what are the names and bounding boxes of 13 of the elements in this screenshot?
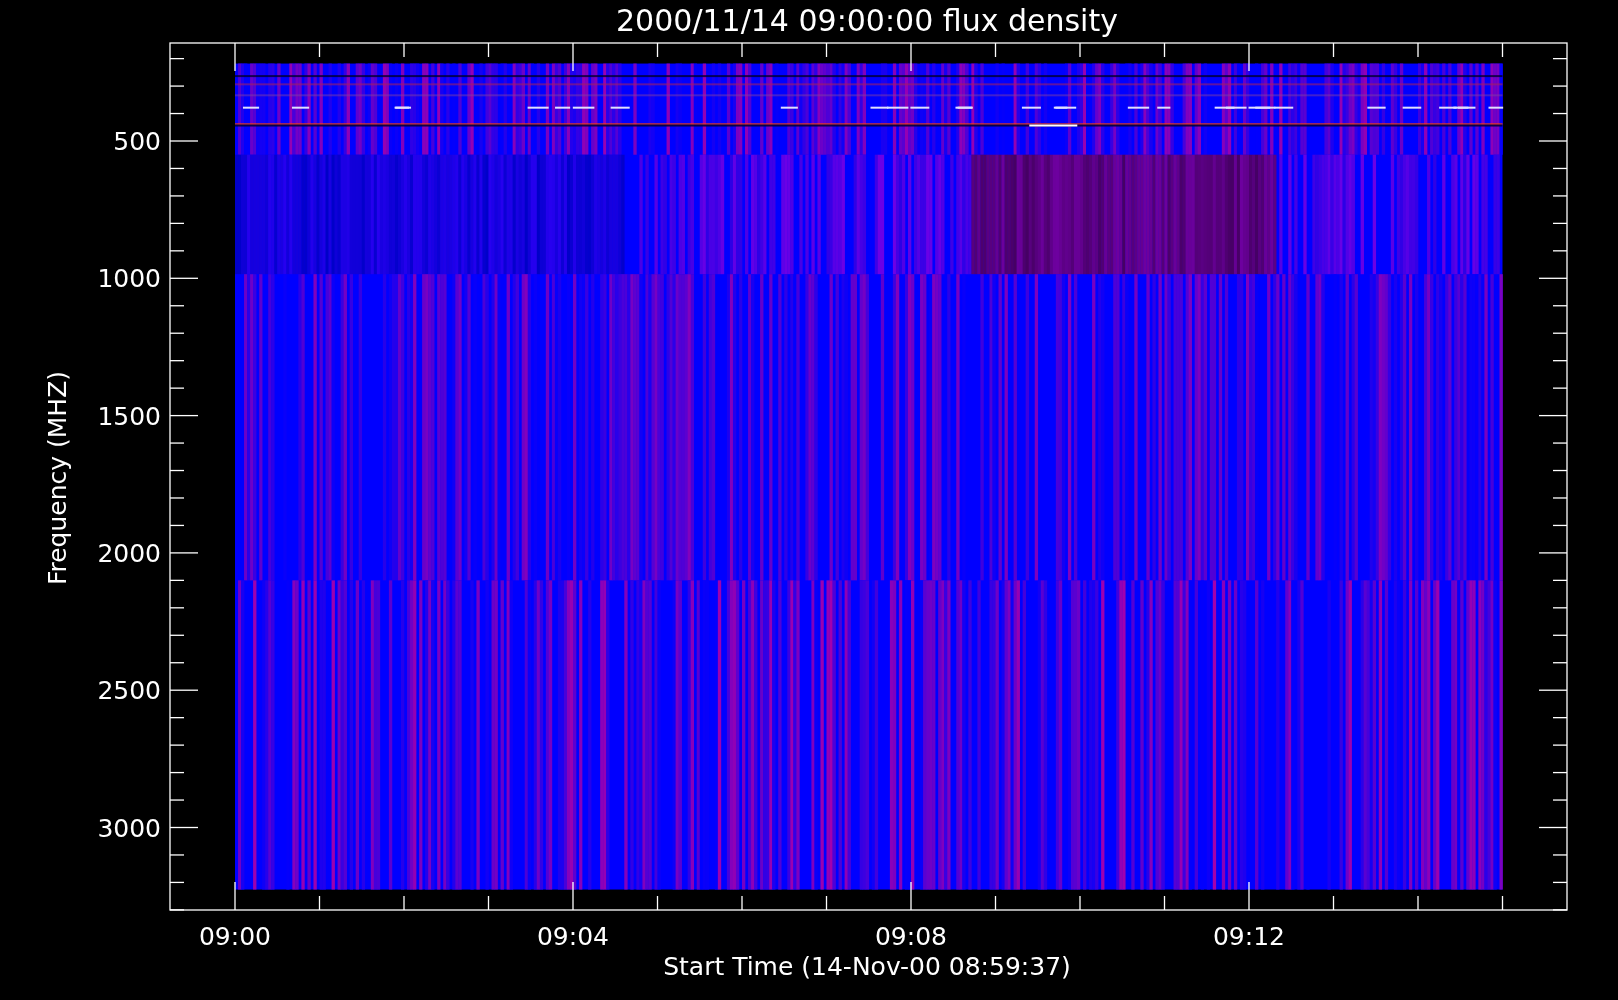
axis-label: Frequency (MHZ)	[43, 370, 72, 586]
tick-label: 2500	[97, 676, 161, 706]
tick-label: 09:00	[199, 922, 271, 951]
tick-label: 1000	[97, 264, 161, 294]
tick-label: 09:08	[875, 922, 947, 951]
chart-title: 2000/11/14 09:00:00 flux density	[616, 3, 1118, 38]
axis-label: Start Time (14-Nov-00 08:59:37)	[663, 952, 1071, 981]
tick-label: 3000	[97, 813, 161, 843]
tick-label: 1500	[97, 401, 161, 431]
tick-label: 09:04	[537, 922, 609, 951]
tick-label: 09:12	[1213, 922, 1285, 951]
tick-label: 500	[113, 127, 161, 156]
tick-label: 2000	[97, 538, 161, 568]
